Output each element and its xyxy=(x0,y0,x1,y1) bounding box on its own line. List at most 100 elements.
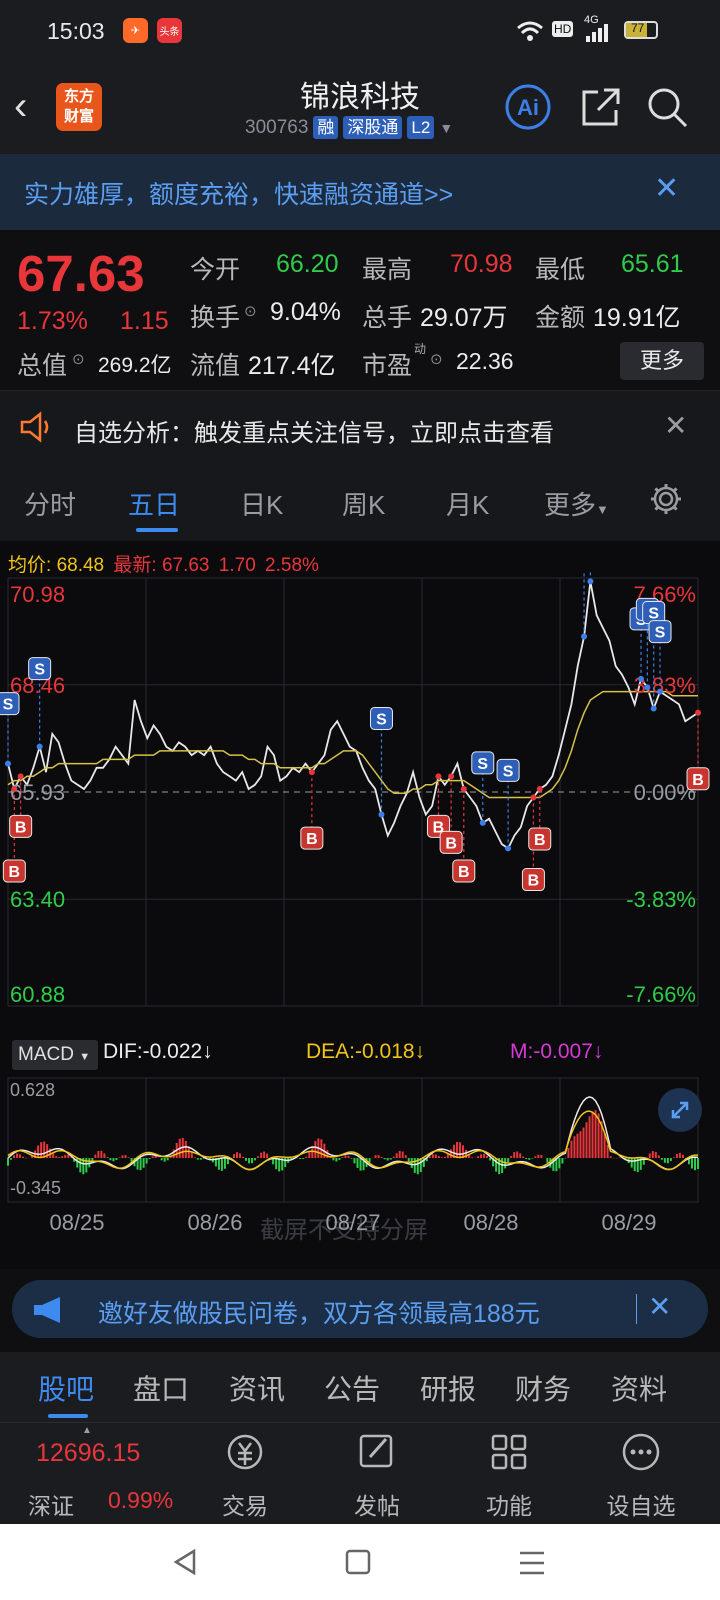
tab-research[interactable]: 研报 xyxy=(420,1368,476,1408)
index-name[interactable]: 深证 xyxy=(28,1487,74,1521)
y-right-tick-label: 3.83% xyxy=(634,673,696,698)
close-icon[interactable]: ✕ xyxy=(654,171,679,206)
bottom-toolbar: ▲ 12696.15 深证 0.99% 交易 发帖 功能 设自选 xyxy=(0,1422,720,1525)
functions-icon[interactable] xyxy=(488,1431,530,1473)
signal-point xyxy=(17,773,24,780)
signal-marker-label: S xyxy=(655,625,666,642)
index-change[interactable]: 0.99% xyxy=(108,1487,173,1514)
pe-dynamic-sup: 动 xyxy=(414,342,427,356)
nav-home-icon[interactable] xyxy=(344,1548,372,1576)
signal-point xyxy=(448,773,455,780)
financing-banner[interactable]: 实力雄厚，额度充裕，快速融资通道>> ✕ xyxy=(0,154,720,230)
stock-header: ‹ 东方 财富 锦浪科技 300763 融 深股通 L2 ▼ Ai xyxy=(0,62,720,154)
signal-point xyxy=(378,811,385,818)
macd-chart[interactable]: 0.628 -0.345 xyxy=(0,1074,720,1230)
battery-level: 77 xyxy=(631,21,645,35)
pe-label: 市盈 xyxy=(362,352,413,380)
invite-banner[interactable]: 邀好友做股民问卷，双方各领最高188元 ✕ xyxy=(12,1280,708,1338)
y-tick-label: 65.93 xyxy=(10,780,65,805)
amount-value: 19.91亿 xyxy=(593,304,681,332)
low-value: 65.61 xyxy=(621,250,684,278)
more-quote-button[interactable]: 更多 xyxy=(620,342,704,380)
tab-intraday[interactable]: 分时 xyxy=(24,485,76,522)
x-tick-label: 08/27 xyxy=(325,1210,381,1235)
signal-point xyxy=(536,786,543,793)
share-icon[interactable] xyxy=(578,84,624,130)
active-tab-indicator xyxy=(48,1414,88,1418)
search-icon[interactable] xyxy=(644,84,690,130)
arrow-down-icon: ↓ xyxy=(202,1040,213,1063)
indicator-selector[interactable]: MACD ▼ xyxy=(12,1040,98,1070)
open-label: 今开 xyxy=(190,256,241,284)
functions-label[interactable]: 功能 xyxy=(459,1487,559,1521)
signal-point xyxy=(36,743,43,750)
stock-code-line[interactable]: 300763 融 深股通 L2 ▼ xyxy=(245,116,453,139)
tab-five-day[interactable]: 五日 xyxy=(128,485,180,522)
trade-icon[interactable] xyxy=(224,1431,266,1473)
svg-text:Ai: Ai xyxy=(517,95,539,120)
tab-monthly-k[interactable]: 月K xyxy=(446,485,489,522)
wifi-icon xyxy=(517,21,543,41)
period-tabs: 分时 五日 日K 周K 月K 更多▼ xyxy=(0,467,720,541)
arrow-down-icon: ↓ xyxy=(592,1040,604,1063)
y-tick-label: 60.88 xyxy=(10,982,65,1007)
info-icon[interactable]: ⊙ xyxy=(430,350,443,368)
analysis-notice[interactable]: 自选分析：触发重点关注信号，立即点击查看 ✕ xyxy=(0,390,720,468)
index-value[interactable]: 12696.15 xyxy=(36,1439,140,1468)
y-tick-label: 70.98 xyxy=(10,582,65,607)
amount-label: 金额 xyxy=(535,304,586,332)
low-label: 最低 xyxy=(535,256,586,284)
x-tick-label: 08/26 xyxy=(187,1210,243,1235)
signal-point xyxy=(650,705,657,712)
macd-frame xyxy=(7,1077,699,1203)
tab-announcements[interactable]: 公告 xyxy=(324,1368,380,1408)
signal-point xyxy=(505,845,512,852)
signal-point xyxy=(11,786,18,793)
volume-value: 29.07万 xyxy=(420,304,508,332)
nav-back-icon[interactable] xyxy=(172,1548,198,1576)
post-label[interactable]: 发帖 xyxy=(327,1487,427,1521)
signal-marker-label: S xyxy=(477,756,488,773)
tab-daily-k[interactable]: 日K xyxy=(240,485,283,522)
trade-label[interactable]: 交易 xyxy=(195,1487,295,1521)
tab-guba[interactable]: 股吧 xyxy=(38,1368,94,1408)
content-nav: 股吧 盘口 资讯 公告 研报 财务 资料 xyxy=(0,1352,720,1422)
turnover-label: 换手 xyxy=(190,304,241,332)
tab-finance[interactable]: 财务 xyxy=(515,1368,571,1408)
tab-more[interactable]: 更多▼ xyxy=(544,485,609,522)
close-icon[interactable]: ✕ xyxy=(664,409,687,442)
nav-menu-icon[interactable] xyxy=(518,1550,546,1576)
chevron-up-icon[interactable]: ▲ xyxy=(82,1425,92,1436)
info-icon[interactable]: ⊙ xyxy=(72,350,85,368)
ai-assistant-icon[interactable]: Ai xyxy=(505,84,551,130)
signal-marker-label: B xyxy=(306,831,318,848)
settings-gear-icon[interactable] xyxy=(648,481,684,517)
pe-value: 22.36 xyxy=(456,348,514,374)
float-label: 流值 xyxy=(190,352,241,380)
close-icon[interactable]: ✕ xyxy=(648,1290,671,1323)
arrow-down-icon: ↓ xyxy=(414,1040,426,1063)
tab-pankou[interactable]: 盘口 xyxy=(133,1368,189,1408)
more-dots-icon[interactable] xyxy=(620,1431,662,1473)
info-icon[interactable]: ⊙ xyxy=(244,302,257,320)
macd-y-tick-label: 0.628 xyxy=(10,1080,55,1100)
notice-text[interactable]: 自选分析：触发重点关注信号，立即点击查看 xyxy=(74,413,554,448)
tab-weekly-k[interactable]: 周K xyxy=(342,485,385,522)
macd-dea-value: DEA:-0.018 xyxy=(306,1040,415,1063)
tab-profile[interactable]: 资料 xyxy=(611,1368,667,1408)
add-watchlist-label[interactable]: 设自选 xyxy=(591,1487,691,1521)
price-chart[interactable]: 70.9868.4665.9363.4060.887.66%3.83%0.00%… xyxy=(0,572,720,1012)
mktcap-value: 269.2亿 xyxy=(98,354,172,377)
signal-marker-label: S xyxy=(3,697,14,714)
tab-news[interactable]: 资讯 xyxy=(229,1368,285,1408)
macd-dif: DIF:-0.022↓ xyxy=(103,1040,213,1064)
mktcap-label: 总值 xyxy=(17,352,68,380)
signal-point xyxy=(460,786,467,793)
invite-text[interactable]: 邀好友做股民问卷，双方各领最高188元 xyxy=(98,1294,540,1330)
expand-icon[interactable] xyxy=(658,1088,702,1132)
compose-icon[interactable] xyxy=(356,1431,398,1473)
signal-point xyxy=(587,578,594,585)
financing-banner-text[interactable]: 实力雄厚，额度充裕，快速融资通道>> xyxy=(24,175,453,211)
signal-point xyxy=(435,773,442,780)
system-nav-bar xyxy=(0,1524,720,1600)
